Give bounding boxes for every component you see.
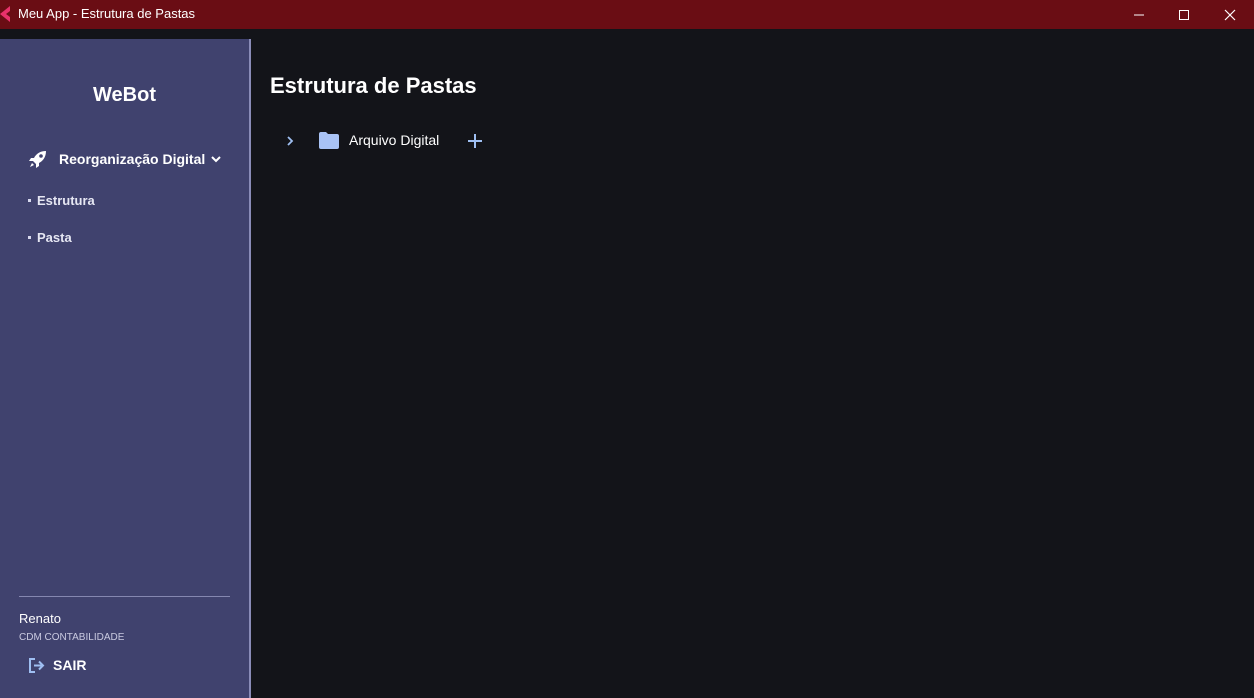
- bullet-icon: [28, 198, 31, 202]
- add-folder-icon[interactable]: [466, 132, 484, 150]
- sidebar-divider: [249, 39, 251, 698]
- close-icon: [1224, 9, 1236, 20]
- logout-button[interactable]: SAIR: [28, 654, 86, 676]
- app-icon: [0, 6, 10, 22]
- close-button[interactable]: [1207, 0, 1253, 29]
- chevron-down-icon[interactable]: [210, 153, 222, 165]
- logout-icon: [29, 657, 45, 673]
- maximize-button[interactable]: [1161, 0, 1207, 29]
- bullet-icon: [28, 235, 31, 239]
- window-top-strip: [0, 29, 1254, 39]
- menu-group-reorganizacao[interactable]: Reorganização Digital: [28, 146, 228, 172]
- user-company: CDM CONTABILIDADE: [19, 632, 125, 643]
- chevron-right-icon[interactable]: [284, 134, 296, 148]
- page-title: Estrutura de Pastas: [270, 73, 477, 98]
- tree-node-label: Arquivo Digital: [349, 132, 440, 148]
- tree-node-arquivo-digital[interactable]: Arquivo Digital: [280, 128, 500, 154]
- brand-title: WeBot: [93, 84, 156, 106]
- sidebar: [0, 39, 249, 698]
- sidebar-item-label: Estrutura: [37, 192, 95, 208]
- minimize-icon: [1134, 14, 1144, 15]
- user-name: Renato: [19, 611, 61, 626]
- menu-group-label: Reorganização Digital: [59, 151, 206, 167]
- minimize-button[interactable]: [1116, 0, 1162, 29]
- sidebar-item-pasta[interactable]: Pasta: [28, 227, 72, 247]
- folder-icon: [319, 132, 339, 149]
- sidebar-footer-divider: [19, 596, 230, 597]
- window-titlebar: Meu App - Estrutura de Pastas: [0, 0, 1254, 29]
- window-title: Meu App - Estrutura de Pastas: [18, 6, 196, 21]
- sidebar-item-estrutura[interactable]: Estrutura: [28, 190, 95, 210]
- rocket-icon: [29, 151, 46, 168]
- logout-label: SAIR: [53, 657, 87, 673]
- maximize-icon: [1179, 9, 1189, 20]
- sidebar-item-label: Pasta: [37, 229, 72, 245]
